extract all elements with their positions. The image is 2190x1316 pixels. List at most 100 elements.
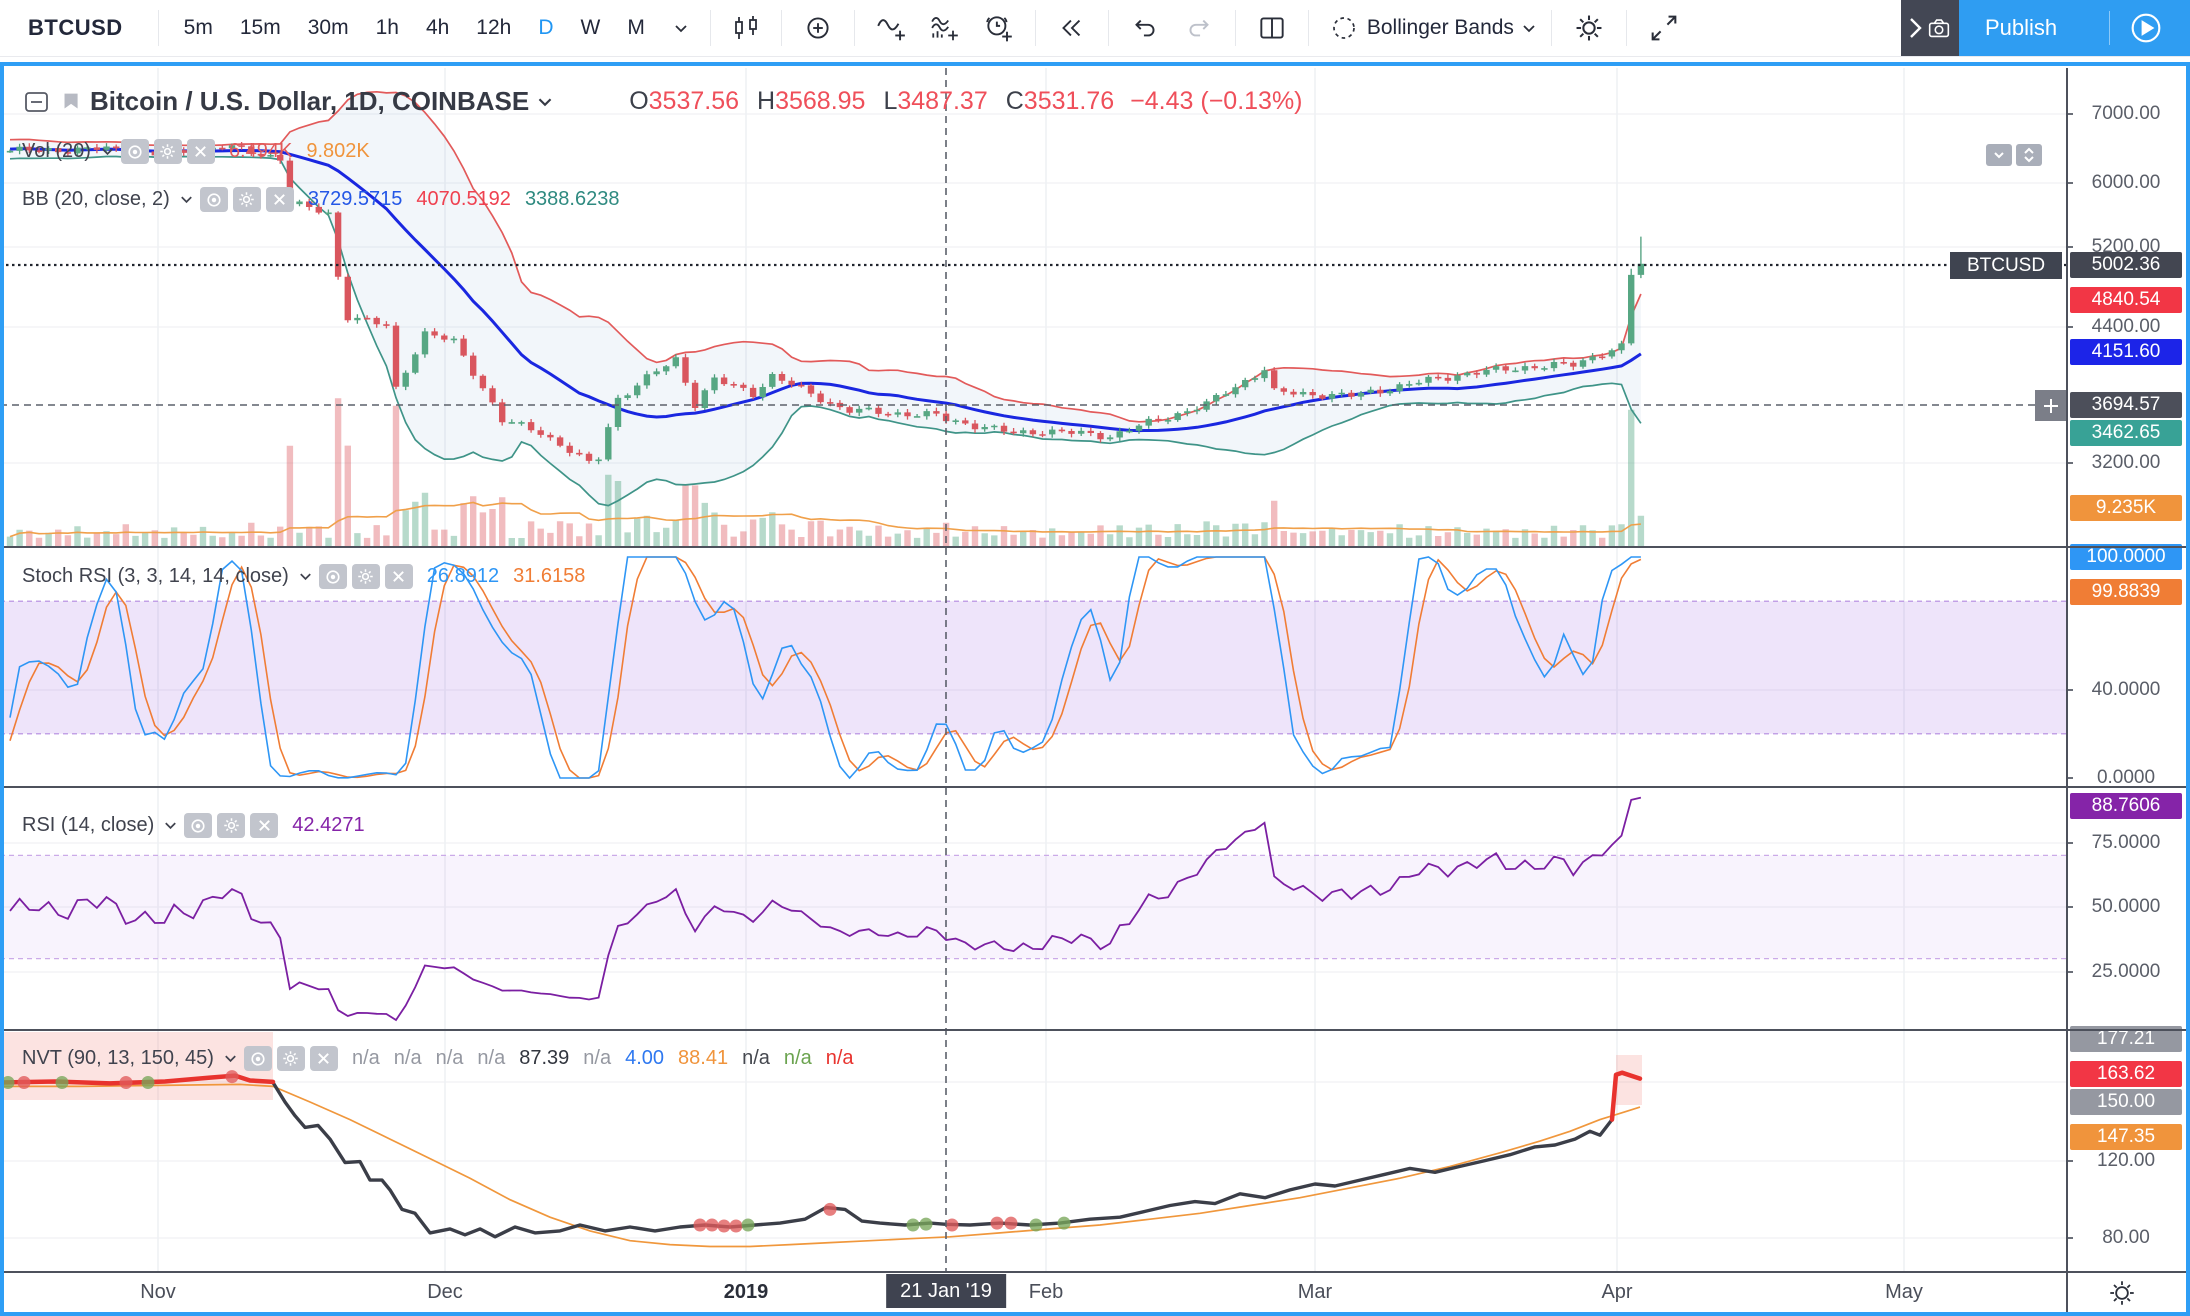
indicator-label-nvt[interactable]: NVT (90, 13, 150, 45) (22, 1047, 214, 1070)
settings-icon[interactable] (233, 187, 261, 212)
axis-price-label: 6000.00 (2070, 170, 2182, 196)
axis-price-label: 75.0000 (2070, 830, 2182, 856)
timeframe-dropdown-chevron-icon[interactable] (661, 0, 701, 56)
fullscreen-icon[interactable] (1636, 0, 1692, 56)
toggle-visibility-icon[interactable] (319, 564, 347, 589)
remove-icon[interactable] (250, 813, 278, 838)
toolbar-divider (1235, 10, 1236, 46)
publish-button[interactable]: Publish (1959, 0, 2190, 56)
axis-price-badge: 150.00 (2070, 1089, 2182, 1115)
chart-settings-gear-icon[interactable] (1561, 0, 1617, 56)
axis-price-label: 120.00 (2070, 1148, 2182, 1174)
indicator-values: n/an/an/an/a87.39n/a4.0088.41n/an/an/a (338, 1047, 854, 1070)
timeframe-1h[interactable]: 1h (376, 16, 399, 40)
axis-price-badge: 4840.54 (2070, 287, 2182, 313)
indicator-template-button[interactable]: Bollinger Bands (1318, 0, 1542, 56)
price-line-symbol-badge: BTCUSD (1950, 252, 2062, 279)
layout-icon[interactable] (1245, 0, 1299, 56)
publish-play-icon[interactable] (2126, 8, 2166, 48)
indicator-value: n/a (352, 1047, 380, 1069)
indicator-values: 3729.57154070.51923388.6238 (294, 188, 620, 211)
title-chevron-down-icon[interactable] (535, 92, 555, 112)
pane-divider[interactable] (0, 786, 2190, 788)
axis-price-label: 80.00 (2070, 1225, 2182, 1251)
flag-symbol-icon[interactable] (58, 88, 86, 116)
timeframe-4h[interactable]: 4h (426, 16, 449, 40)
crosshair-plus-button[interactable] (2035, 390, 2066, 421)
scroll-down-button[interactable] (1986, 144, 2012, 166)
toolbar-divider (1108, 10, 1109, 46)
settings-icon[interactable] (217, 813, 245, 838)
indicator-label-bb[interactable]: BB (20, close, 2) (22, 188, 170, 211)
pane-divider[interactable] (0, 546, 2190, 548)
indicator-label-rsi[interactable]: RSI (14, close) (22, 814, 154, 837)
ohlc-values: O3537.56H3568.95L3487.37C3531.76−4.43 (−… (611, 87, 1302, 116)
indicator-value: 88.41 (678, 1047, 728, 1069)
top-toolbar: BTCUSD 5m 15m 30m 1h 4h 12h D W M (0, 0, 2190, 57)
timeframe-5m[interactable]: 5m (184, 16, 213, 40)
settings-icon[interactable] (154, 139, 182, 164)
timeframe-30m[interactable]: 30m (308, 16, 349, 40)
timeframe-D[interactable]: D (538, 16, 553, 40)
maximize-pane-button[interactable] (2016, 144, 2042, 166)
indicator-value: 31.6158 (513, 565, 585, 587)
axis-price-label: 40.0000 (2070, 677, 2182, 703)
crosshair-date-badge: 21 Jan '19 (886, 1274, 1006, 1308)
settings-icon[interactable] (352, 564, 380, 589)
time-axis-label: Nov (140, 1281, 176, 1304)
bar-replay-icon[interactable] (1045, 0, 1099, 56)
toggle-visibility-icon[interactable] (184, 813, 212, 838)
remove-icon[interactable] (266, 187, 294, 212)
time-axis-border (0, 1271, 2190, 1273)
timeframe-M[interactable]: M (627, 16, 645, 40)
ohlc-letter: O (629, 87, 648, 116)
undo-icon[interactable] (1118, 0, 1172, 56)
ohlc-letter: L (883, 87, 897, 116)
symbol-label[interactable]: BTCUSD (28, 15, 123, 41)
indicator-templates-icon[interactable] (918, 0, 972, 56)
pane-control-buttons (1986, 144, 2042, 166)
remove-icon[interactable] (310, 1046, 338, 1071)
toggle-visibility-icon[interactable] (244, 1046, 272, 1071)
time-axis-settings-sun-icon[interactable] (2106, 1277, 2138, 1309)
toolbar-divider (1308, 10, 1309, 46)
ohlc-value: 3531.76 (1024, 87, 1114, 116)
publish-divider (2109, 11, 2110, 45)
alert-icon[interactable] (972, 0, 1026, 56)
ohlc-value: 3487.37 (897, 87, 987, 116)
camera-icon (1925, 14, 1953, 42)
chart-legend-row: Bitcoin / U.S. Dollar, 1D, COINBASE O353… (22, 86, 1303, 117)
indicator-value: n/a (394, 1047, 422, 1069)
collapse-legend-icon[interactable] (22, 87, 52, 117)
axis-price-label: 4400.00 (2070, 314, 2182, 340)
indicators-icon[interactable] (864, 0, 918, 56)
toggle-visibility-icon[interactable] (200, 187, 228, 212)
indicator-row-bb: BB (20, close, 2) 3729.57154070.51923388.… (22, 187, 619, 212)
toggle-visibility-icon[interactable] (121, 139, 149, 164)
indicator-label-vol[interactable]: Vol (20) (22, 140, 91, 163)
cloud-template-icon (1329, 13, 1359, 43)
timeframe-12h[interactable]: 12h (476, 16, 511, 40)
axis-price-badge: 3694.57 (2070, 392, 2182, 418)
timeframe-15m[interactable]: 15m (240, 16, 281, 40)
remove-icon[interactable] (385, 564, 413, 589)
redo-icon[interactable] (1172, 0, 1226, 56)
pane-divider[interactable] (0, 1029, 2190, 1031)
compare-icon[interactable] (791, 0, 845, 56)
axis-price-label: 50.0000 (2070, 894, 2182, 920)
chart-type-candles-icon[interactable] (720, 0, 772, 56)
remove-icon[interactable] (187, 139, 215, 164)
timeframe-W[interactable]: W (581, 16, 601, 40)
time-axis-label: May (1885, 1281, 1923, 1304)
price-axis-border (2066, 68, 2068, 1312)
toolbar-divider (854, 10, 855, 46)
indicator-value: 42.4271 (292, 814, 364, 836)
indicator-value: 3729.5715 (308, 188, 403, 210)
chart-title[interactable]: Bitcoin / U.S. Dollar, 1D, COINBASE (90, 86, 529, 117)
indicator-row-rsi: RSI (14, close) 42.4271 (22, 813, 365, 838)
change-value: −4.43 (−0.13%) (1130, 87, 1302, 116)
indicator-value: n/a (826, 1047, 854, 1069)
settings-icon[interactable] (277, 1046, 305, 1071)
indicator-label-stoch[interactable]: Stoch RSI (3, 3, 14, 14, close) (22, 565, 289, 588)
snapshot-camera-block[interactable] (1901, 0, 1959, 56)
